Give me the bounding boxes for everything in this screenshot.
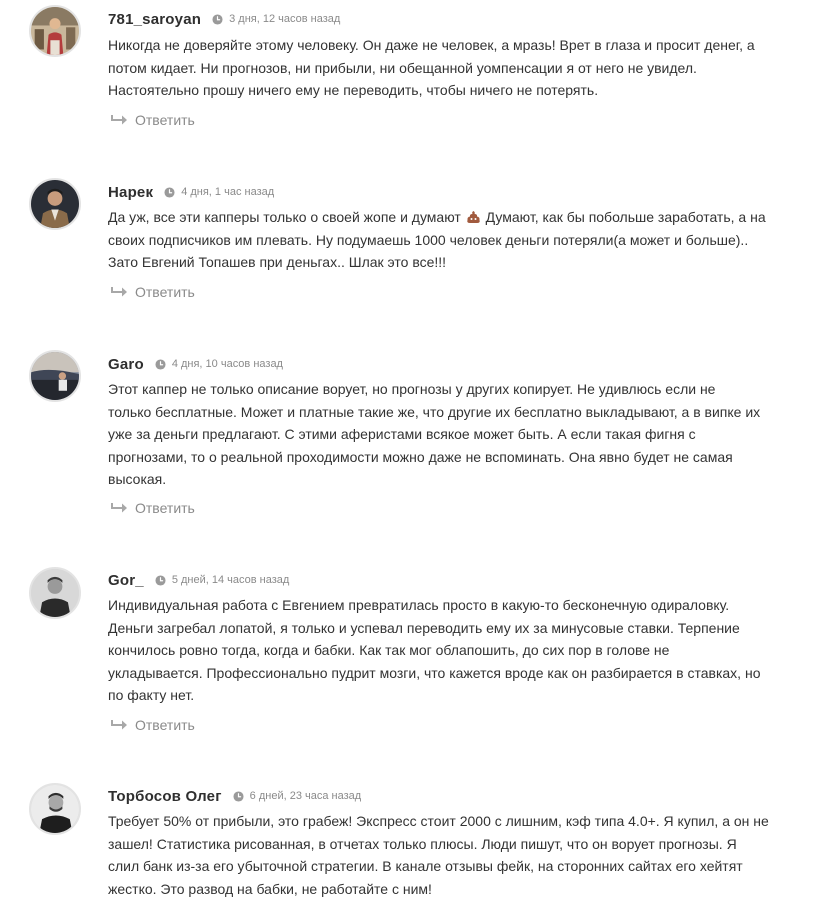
comment-meta: 781_saroyan 3 дня, 12 часов назад [108, 9, 340, 29]
reply-button[interactable]: Ответить [110, 282, 195, 302]
comment-text-line: своих подписчиков им плевать. Ну подумае… [108, 231, 749, 248]
user-avatar-photo [31, 7, 79, 55]
pile-of-poo-emoji [466, 210, 481, 224]
comment-text-line: Зато Евгений Топашев при деньгах.. Шлак … [108, 254, 447, 270]
reply-label: Ответить [135, 717, 195, 733]
comment-author[interactable]: Garo [108, 356, 144, 373]
comment-text-line: по факту нет. [108, 687, 195, 703]
comment-author[interactable]: Gor_ [108, 572, 144, 589]
avatar[interactable] [29, 5, 81, 57]
reply-button[interactable]: Ответить [110, 498, 195, 518]
comment-text-line: слил банк из-за его убыточной стратегии.… [108, 858, 743, 874]
comment-text-fragment: Думают, как бы побольше заработать, а на [485, 209, 766, 225]
user-avatar-photo [31, 569, 79, 617]
reply-button[interactable]: Ответить [110, 715, 195, 735]
comment-text-fragment: Да уж, все эти капперы только о своей жо… [108, 209, 461, 225]
reply-label: Ответить [135, 500, 195, 516]
comment-text: Индивидуальная работа с Евгением преврат… [108, 594, 788, 707]
user-avatar-photo [31, 352, 79, 400]
comment-text-line: только бесплатные. Может и платные такие… [108, 403, 761, 420]
comment-date[interactable]: 5 дней, 14 часов назад [172, 574, 289, 586]
comment-meta: Garo 4 дня, 10 часов назад [108, 354, 283, 374]
user-avatar-photo [31, 785, 79, 833]
reply-arrow-icon [110, 114, 128, 126]
clock-icon [233, 790, 244, 802]
comment-date[interactable]: 4 дня, 10 часов назад [172, 358, 283, 370]
reply-arrow-icon [110, 502, 128, 514]
comment-author[interactable]: Торбосов Олег [108, 788, 222, 805]
reply-label: Ответить [135, 284, 195, 300]
comment-text-line: Никогда не доверяйте этому человеку. Он … [108, 37, 755, 53]
comment-author[interactable]: 781_saroyan [108, 11, 201, 28]
comment-meta: Торбосов Олег 6 дней, 23 часа назад [108, 786, 361, 806]
clock-icon [212, 13, 223, 25]
avatar[interactable] [29, 178, 81, 230]
reply-arrow-icon [110, 719, 128, 731]
reply-button[interactable]: Ответить [110, 110, 195, 130]
comment-date[interactable]: 4 дня, 1 час назад [181, 186, 274, 198]
comment-text: Требует 50% от прибыли, это грабеж! Эксп… [108, 810, 788, 900]
reply-arrow-icon [110, 286, 128, 298]
avatar[interactable] [29, 567, 81, 619]
comment-text-line: потом кидает. Ни прогнозов, ни прибыли, … [108, 59, 697, 76]
comment-text-line: прогнозами, то о реальной проходимости м… [108, 448, 733, 465]
comment-text: Этот каппер не только описание ворует, н… [108, 378, 788, 491]
clock-icon [164, 186, 175, 198]
reply-label: Ответить [135, 112, 195, 128]
comment-meta: Gor_ 5 дней, 14 часов назад [108, 570, 289, 590]
avatar[interactable] [29, 350, 81, 402]
comment-author[interactable]: Нарек [108, 184, 153, 201]
comment-text-line: жестко. Это развод на бабки, не работайт… [108, 880, 432, 897]
comment-text-line: зашел! Статистика рисованная, в отчетах … [108, 835, 737, 852]
comment-text-line: кончилось ровно тогда, когда и бабки. Ка… [108, 642, 670, 658]
clock-icon [155, 574, 166, 586]
comment-text-line-with-emoji: Да уж, все эти капперы только о своей жо… [108, 206, 788, 229]
comment-meta: Нарек 4 дня, 1 час назад [108, 182, 274, 202]
comment-text-line: укладывается. Профессионально пудрит моз… [108, 664, 761, 681]
clock-icon [155, 358, 166, 370]
comment-text-line: Этот каппер не только описание ворует, н… [108, 381, 716, 397]
comment-date[interactable]: 3 дня, 12 часов назад [229, 13, 340, 25]
comment-text: Никогда не доверяйте этому человеку. Он … [108, 34, 788, 102]
user-avatar-photo [31, 180, 79, 228]
comment-date[interactable]: 6 дней, 23 часа назад [250, 790, 362, 802]
comment-text-line: Индивидуальная работа с Евгением преврат… [108, 597, 730, 613]
comment-text-line: Деньги загребал лопатой, я только и успе… [108, 619, 740, 636]
comment-text-line: высокая. [108, 471, 167, 487]
comment-text-line: Настоятельно прошу ничего ему не перевод… [108, 82, 599, 98]
avatar[interactable] [29, 783, 81, 835]
comment-text-line: Требует 50% от прибыли, это грабеж! Эксп… [108, 813, 769, 829]
comment-text-line: уже за деньги предлагают. С этими аферис… [108, 426, 696, 442]
comment-text: Да уж, все эти капперы только о своей жо… [108, 206, 788, 274]
